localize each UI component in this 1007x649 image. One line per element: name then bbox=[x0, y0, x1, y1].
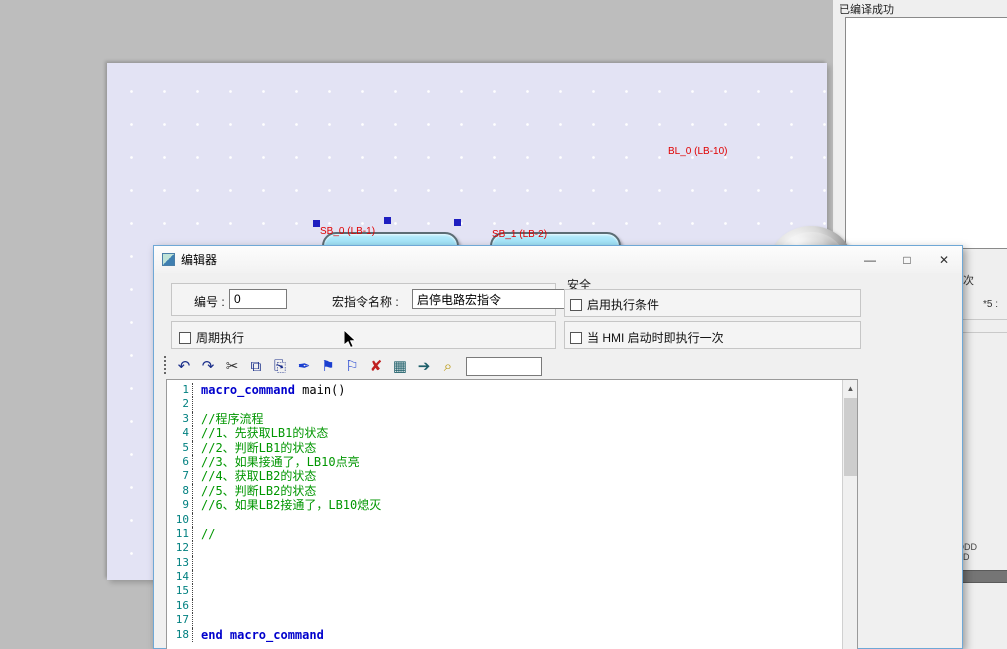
code-lines: 1macro_command main()23//程序流程4//1、先获取LB1… bbox=[167, 383, 827, 642]
next-bookmark-icon[interactable]: ⚑ bbox=[316, 355, 340, 377]
run-icon[interactable]: ➔ bbox=[412, 355, 436, 377]
code-line: 7//4、获取LB2的状态 bbox=[167, 469, 827, 483]
scroll-up-arrow-icon[interactable]: ▲ bbox=[843, 380, 858, 396]
toolbar-grip[interactable] bbox=[164, 356, 166, 376]
macro-code-editor[interactable]: 1macro_command main()23//程序流程4//1、先获取LB1… bbox=[166, 379, 858, 649]
run-once-label: 当 HMI 启动时即执行一次 bbox=[587, 329, 724, 346]
enable-condition-checkbox-row[interactable]: 启用执行条件 bbox=[570, 296, 659, 313]
find-icon[interactable]: ⌕ bbox=[436, 355, 460, 377]
code-line: 6//3、如果接通了，LB10点亮 bbox=[167, 455, 827, 469]
mouse-cursor-icon bbox=[344, 330, 357, 354]
selection-handle[interactable] bbox=[313, 220, 320, 227]
editor-toolbar: ↶↷✂⧉⎘✒⚑⚐✘▦➔⌕ bbox=[164, 353, 854, 379]
prev-bookmark-icon[interactable]: ⚐ bbox=[340, 355, 364, 377]
stop-button-address-tag: SB_1 (LB-2) bbox=[492, 229, 547, 240]
enable-condition-label: 启用执行条件 bbox=[587, 296, 659, 313]
partial-text-right-top: 次 bbox=[963, 272, 974, 288]
code-line: 4//1、先获取LB1的状态 bbox=[167, 426, 827, 440]
run-once-checkbox[interactable] bbox=[570, 332, 582, 344]
run-once-checkbox-row[interactable]: 当 HMI 启动时即执行一次 bbox=[570, 329, 724, 346]
security-group: 启用执行条件 bbox=[564, 289, 861, 317]
code-line: 3//程序流程 bbox=[167, 412, 827, 426]
periodic-checkbox-row[interactable]: 周期执行 bbox=[179, 329, 244, 346]
editor-window-icon bbox=[162, 253, 175, 266]
code-line: 9//6、如果LB2接通了，LB10熄灭 bbox=[167, 498, 827, 512]
clear-bookmark-icon[interactable]: ✘ bbox=[364, 355, 388, 377]
paste-icon[interactable]: ⎘ bbox=[268, 355, 292, 377]
cut-icon[interactable]: ✂ bbox=[220, 355, 244, 377]
macro-name-input[interactable] bbox=[412, 289, 580, 309]
divider bbox=[961, 319, 1007, 320]
code-line: 8//5、判断LB2的状态 bbox=[167, 484, 827, 498]
code-line: 11// bbox=[167, 527, 827, 541]
toggle-bookmark-icon[interactable]: ✒ bbox=[292, 355, 316, 377]
code-line: 13 bbox=[167, 556, 827, 570]
macro-id-name-group: 编号 : 宏指令名称 : bbox=[171, 283, 556, 316]
lamp-address-tag: BL_0 (LB-10) bbox=[668, 146, 727, 157]
code-line: 18end macro_command bbox=[167, 628, 827, 642]
editor-window-title: 编辑器 bbox=[181, 251, 217, 268]
selection-handle[interactable] bbox=[384, 217, 391, 224]
macro-id-input[interactable] bbox=[229, 289, 287, 309]
code-line: 16 bbox=[167, 599, 827, 613]
macro-editor-window: 编辑器 — □ ✕ 编号 : 宏指令名称 : 安全 启用执行条件 周期执行 bbox=[153, 245, 963, 649]
compile-status-label: 已编译成功 bbox=[839, 1, 894, 17]
partial-text-right-mid: *5 : bbox=[983, 299, 998, 310]
copy-icon[interactable]: ⧉ bbox=[244, 355, 268, 377]
start-button-address-tag: SB_0 (LB-1) bbox=[320, 226, 375, 237]
code-line: 10 bbox=[167, 513, 827, 527]
macro-id-label: 编号 : bbox=[194, 293, 225, 310]
enable-condition-checkbox[interactable] bbox=[570, 299, 582, 311]
screen: 已编译成功 次 *5 : 用 [DDDD ata, GetD 启动按钮 SB_0… bbox=[0, 0, 1007, 649]
divider bbox=[961, 332, 1007, 333]
code-scrollbar[interactable]: ▲ bbox=[842, 380, 857, 649]
minimize-button[interactable]: — bbox=[852, 246, 888, 273]
compile-icon[interactable]: ▦ bbox=[388, 355, 412, 377]
code-line: 1macro_command main() bbox=[167, 383, 827, 397]
macro-name-label: 宏指令名称 : bbox=[332, 293, 399, 310]
code-line: 15 bbox=[167, 584, 827, 598]
compile-message-box bbox=[845, 17, 1007, 249]
code-line: 12 bbox=[167, 541, 827, 555]
run-once-group: 当 HMI 启动时即执行一次 bbox=[564, 321, 861, 349]
selection-handle[interactable] bbox=[454, 219, 461, 226]
code-line: 2 bbox=[167, 397, 827, 411]
redo-icon[interactable]: ↷ bbox=[196, 355, 220, 377]
code-line: 14 bbox=[167, 570, 827, 584]
periodic-label: 周期执行 bbox=[196, 329, 244, 346]
code-line: 17 bbox=[167, 613, 827, 627]
find-input[interactable] bbox=[466, 357, 542, 376]
periodic-group: 周期执行 bbox=[171, 321, 556, 349]
code-line: 5//2、判断LB1的状态 bbox=[167, 441, 827, 455]
maximize-button[interactable]: □ bbox=[889, 246, 925, 273]
toolbar-icons: ↶↷✂⧉⎘✒⚑⚐✘▦➔⌕ bbox=[172, 355, 460, 378]
close-button[interactable]: ✕ bbox=[926, 246, 962, 273]
periodic-checkbox[interactable] bbox=[179, 332, 191, 344]
undo-icon[interactable]: ↶ bbox=[172, 355, 196, 377]
editor-title-bar[interactable]: 编辑器 bbox=[154, 246, 962, 273]
scrollbar-thumb[interactable] bbox=[844, 398, 857, 476]
